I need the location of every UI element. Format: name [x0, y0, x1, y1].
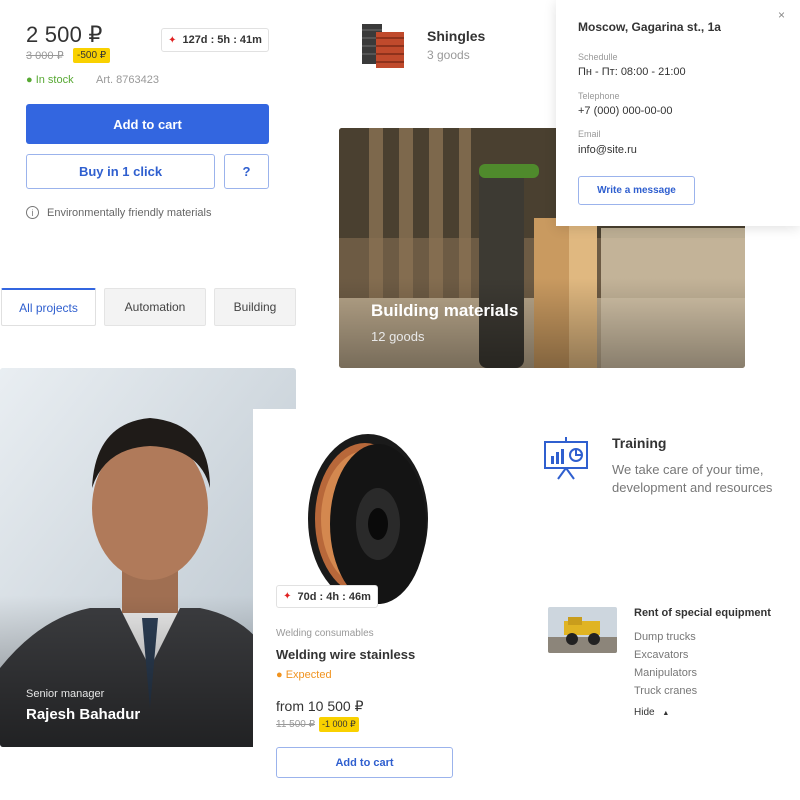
discount-badge: -500 ₽	[73, 48, 111, 63]
tab-automation[interactable]: Automation	[104, 288, 206, 326]
product-price: 2 500 ₽	[26, 22, 103, 47]
shingles-image[interactable]	[360, 22, 408, 68]
shingles-title[interactable]: Shingles	[427, 28, 485, 44]
countdown-timer: ✦ 127d : 5h : 41m	[161, 28, 269, 52]
welding-discount-badge: -1 000 ₽	[319, 717, 359, 732]
rent-item-dump-trucks[interactable]: Dump trucks	[634, 631, 696, 643]
welding-wire-image[interactable]	[303, 429, 433, 609]
building-materials-title[interactable]: Building materials	[371, 301, 518, 321]
add-to-cart-button[interactable]: Add to cart	[26, 104, 269, 144]
person-role: Senior manager	[26, 688, 105, 700]
welding-add-to-cart-button[interactable]: Add to cart	[276, 747, 453, 778]
welding-category: Welding consumables	[276, 628, 374, 639]
popup-address: Moscow, Gagarina st., 1a	[578, 20, 721, 34]
info-icon: i	[26, 206, 39, 219]
hide-label: Hide	[634, 707, 655, 718]
product-old-price: 3 000 ₽	[26, 50, 64, 62]
timer-value: 127d : 5h : 41m	[182, 34, 262, 46]
person-name: Rajesh Bahadur	[26, 706, 141, 723]
welding-price: from 10 500 ₽	[276, 698, 364, 714]
rent-equipment-image[interactable]	[548, 607, 617, 653]
write-message-button[interactable]: Write a message	[578, 176, 695, 205]
article-number: Art. 8763423	[96, 74, 159, 86]
phone-value[interactable]: +7 (000) 000-00-00	[578, 105, 672, 117]
schedule-label: Schedulle	[578, 52, 618, 62]
rent-item-manipulators[interactable]: Manipulators	[634, 667, 697, 679]
training-text: We take care of your time, development a…	[612, 462, 773, 495]
rent-item-truck-cranes[interactable]: Truck cranes	[634, 685, 697, 697]
bolt-icon: ✦	[283, 591, 292, 602]
tab-building[interactable]: Building	[214, 288, 296, 326]
hide-toggle[interactable]: Hide ▲	[634, 707, 669, 718]
welding-status: ● Expected	[276, 669, 332, 681]
close-icon[interactable]: ×	[778, 8, 785, 22]
presentation-board-icon	[543, 436, 589, 485]
email-value[interactable]: info@site.ru	[578, 144, 637, 156]
welding-product-name[interactable]: Welding wire stainless	[276, 647, 415, 662]
question-button[interactable]: ?	[224, 154, 269, 189]
phone-label: Telephone	[578, 91, 620, 101]
schedule-value: Пн - Пт: 08:00 - 21:00	[578, 66, 686, 78]
eco-note: i Environmentally friendly materials	[26, 206, 211, 219]
buy-one-click-button[interactable]: Buy in 1 click	[26, 154, 215, 189]
shingles-count: 3 goods	[427, 48, 470, 62]
training-title: Training	[612, 435, 667, 451]
building-materials-count: 12 goods	[371, 329, 425, 344]
welding-old-price: 11 500 ₽	[276, 719, 315, 730]
welding-timer-value: 70d : 4h : 46m	[297, 590, 371, 603]
bolt-icon: ✦	[168, 34, 177, 46]
stock-status: ● In stock	[26, 74, 74, 86]
welding-countdown-timer: ✦ 70d : 4h : 46m	[276, 585, 378, 608]
email-label: Email	[578, 129, 601, 139]
chevron-up-icon: ▲	[662, 710, 670, 717]
rent-item-excavators[interactable]: Excavators	[634, 649, 688, 661]
rent-title[interactable]: Rent of special equipment	[634, 607, 771, 619]
tab-all-projects[interactable]: All projects	[1, 288, 96, 326]
eco-note-text: Environmentally friendly materials	[47, 206, 212, 219]
